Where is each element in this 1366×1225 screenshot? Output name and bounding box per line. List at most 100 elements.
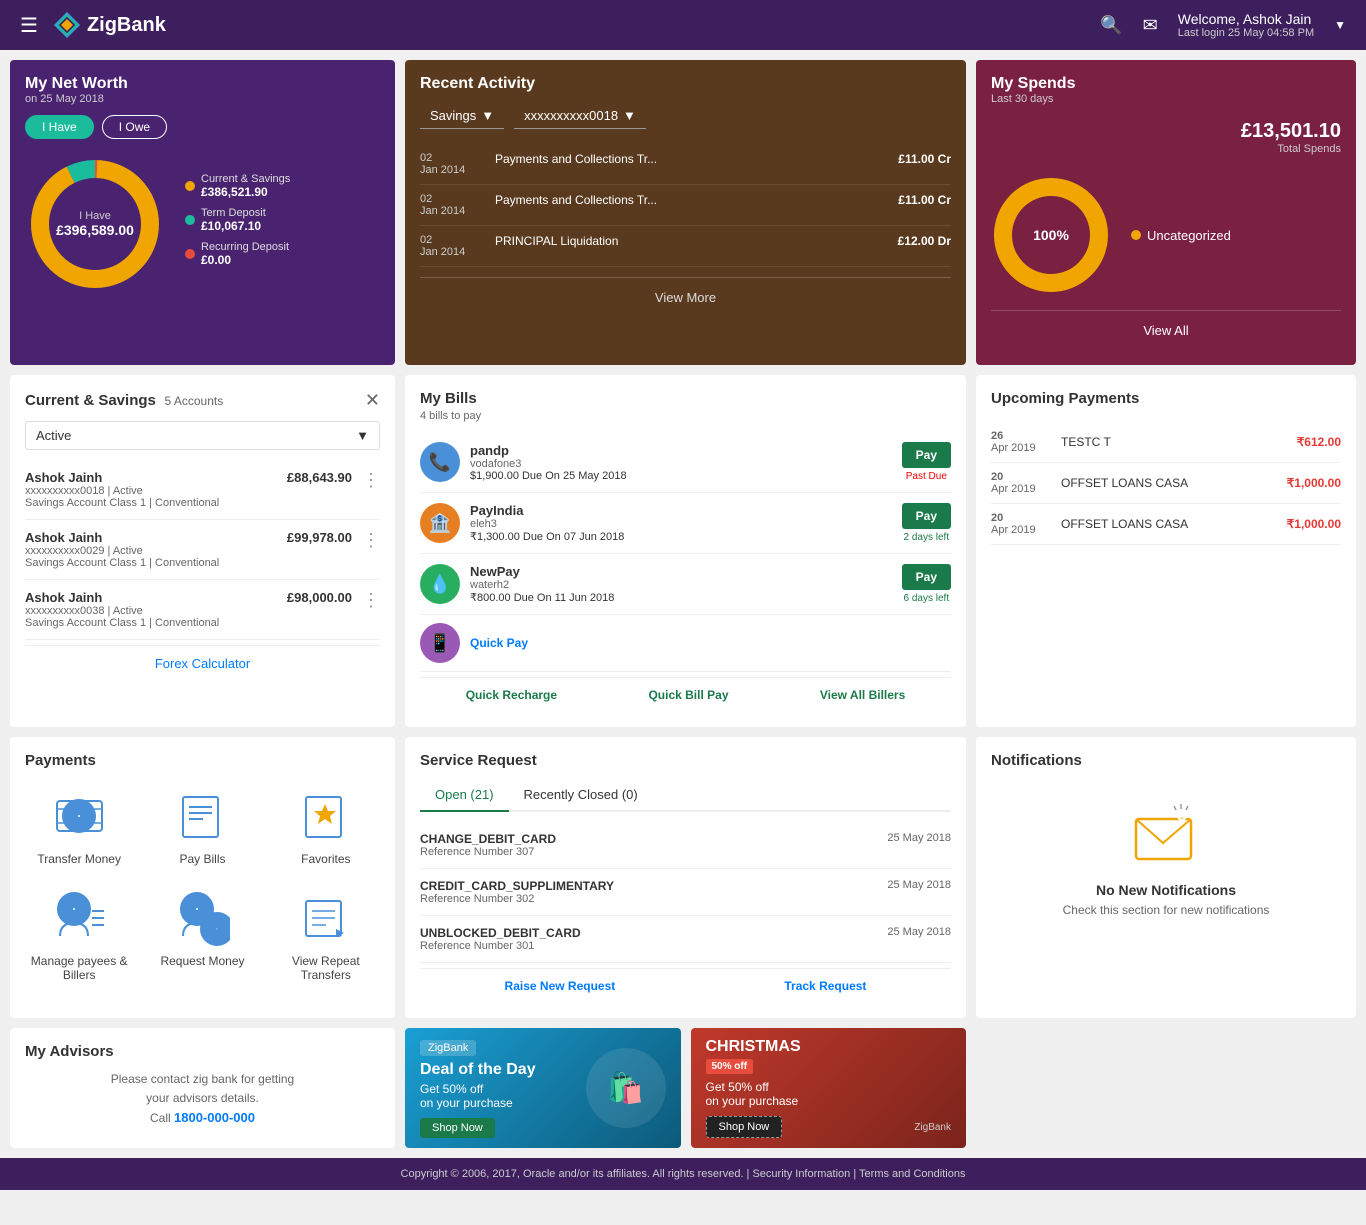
- no-notifications-subtext: Check this section for new notifications: [1011, 903, 1321, 917]
- banner-christmas-badge: 50% off: [706, 1059, 754, 1074]
- service-tab-closed[interactable]: Recently Closed (0): [509, 779, 653, 810]
- bill-pay-btn-2[interactable]: Pay: [902, 503, 951, 529]
- view-more-btn[interactable]: View More: [420, 277, 951, 317]
- bill-pay-btn-3[interactable]: Pay: [902, 564, 951, 590]
- cs-dropdown-icon: ▼: [356, 428, 369, 443]
- advisors-title: My Advisors: [25, 1043, 380, 1060]
- banner-zigbank-title: Deal of the Day: [420, 1061, 586, 1079]
- banner-zigbank-tag: ZigBank: [420, 1040, 476, 1056]
- notifications-card: Notifications No New Notifications Check…: [976, 737, 1356, 1018]
- svg-text:$: $: [214, 924, 220, 936]
- legend-value-savings: £386,521.90: [201, 185, 290, 199]
- view-all-billers-btn[interactable]: View All Billers: [820, 688, 905, 702]
- search-icon[interactable]: 🔍: [1100, 15, 1122, 36]
- payments-section: Payments Transfer Money: [10, 737, 395, 1018]
- current-savings-card: Current & Savings 5 Accounts ✕ Active ▼ …: [10, 375, 395, 727]
- zigbank-banner: ZigBank Deal of the Day Get 50% offon yo…: [405, 1028, 681, 1148]
- upcoming-title: Upcoming Payments: [991, 390, 1341, 407]
- menu-icon[interactable]: ☰: [20, 13, 38, 38]
- banner-zigbank-btn[interactable]: Shop Now: [420, 1118, 495, 1138]
- bills-footer: Quick Recharge Quick Bill Pay View All B…: [420, 677, 951, 712]
- pay-bills-item[interactable]: $ Pay Bills: [148, 789, 256, 866]
- cs-filter-dropdown[interactable]: Active ▼: [25, 421, 380, 450]
- service-item-3: UNBLOCKED_DEBIT_CARD Reference Number 30…: [420, 916, 951, 963]
- donut-chart: I Have £396,589.00: [25, 154, 165, 294]
- spends-chart-area: 100% Uncategorized: [991, 165, 1341, 305]
- user-dropdown-icon[interactable]: ▼: [1334, 18, 1346, 32]
- upcoming-payments-card: Upcoming Payments 26Apr 2019 TESTC T ₹61…: [976, 375, 1356, 727]
- payments-title: Payments: [25, 752, 380, 769]
- cs-account-1-menu[interactable]: ⋮: [362, 470, 380, 491]
- christmas-banner: CHRISTMAS 50% off Get 50% offon your pur…: [691, 1028, 967, 1148]
- advisors-card: My Advisors Please contact zig bank for …: [10, 1028, 395, 1148]
- cs-account-2-menu[interactable]: ⋮: [362, 530, 380, 551]
- net-worth-card: My Net Worth on 25 May 2018 I Have I Owe…: [10, 60, 395, 365]
- banner-christmas-btn[interactable]: Shop Now: [706, 1116, 783, 1138]
- manage-payees-item[interactable]: Manage payees & Billers: [25, 891, 133, 982]
- banner-christmas-desc: Get 50% offon your purchase: [706, 1080, 915, 1108]
- pay-bills-label: Pay Bills: [179, 852, 225, 866]
- advisors-phone[interactable]: 1800-000-000: [174, 1110, 255, 1125]
- cs-account-3-menu[interactable]: ⋮: [362, 590, 380, 611]
- cs-title: Current & Savings: [25, 392, 156, 409]
- nw-date: on 25 May 2018: [25, 93, 380, 105]
- transfer-money-item[interactable]: Transfer Money: [25, 789, 133, 866]
- forex-calculator-btn[interactable]: Forex Calculator: [25, 645, 380, 681]
- favorites-item[interactable]: Favorites: [272, 789, 380, 866]
- spends-legend: Uncategorized: [1131, 228, 1231, 243]
- header: ☰ ZigBank 🔍 ✉ Welcome, Ashok Jain Last l…: [0, 0, 1366, 50]
- view-repeat-transfers-item[interactable]: View Repeat Transfers: [272, 891, 380, 982]
- ra-filter-account[interactable]: xxxxxxxxxx0018 ▼: [514, 103, 646, 129]
- bill-status-2: 2 days left: [902, 532, 951, 543]
- last-login: Last login 25 May 04:58 PM: [1178, 27, 1314, 39]
- upcoming-item-2: 20Apr 2019 OFFSET LOANS CASA ₹1,000.00: [991, 463, 1341, 504]
- banner-christmas-logo: ZigBank: [914, 1122, 951, 1133]
- track-request-btn[interactable]: Track Request: [784, 979, 866, 993]
- spends-subtitle: Last 30 days: [991, 93, 1341, 105]
- bills-title: My Bills: [420, 390, 951, 407]
- bill-pay-btn-1[interactable]: Pay: [902, 442, 951, 468]
- spends-total-label: Total Spends: [991, 143, 1341, 155]
- view-repeat-transfers-label: View Repeat Transfers: [272, 954, 380, 982]
- footer-text: Copyright © 2006, 2017, Oracle and/or it…: [401, 1168, 966, 1180]
- logo: ZigBank: [53, 11, 166, 39]
- call-label: Call: [150, 1111, 174, 1125]
- bill-status-3: 6 days left: [902, 593, 951, 604]
- banner-christmas-title: CHRISTMAS: [706, 1038, 915, 1056]
- legend-dot-savings: [185, 181, 195, 191]
- iowe-tab[interactable]: I Owe: [102, 115, 167, 139]
- spends-percent: 100%: [1033, 227, 1069, 243]
- bill-status-1: Past Due: [902, 471, 951, 482]
- upcoming-item-3: 20Apr 2019 OFFSET LOANS CASA ₹1,000.00: [991, 504, 1341, 545]
- user-info[interactable]: Welcome, Ashok Jain Last login 25 May 04…: [1178, 11, 1314, 39]
- transfer-money-icon: [52, 789, 107, 844]
- spends-legend-dot: [1131, 230, 1141, 240]
- ra-filter-savings[interactable]: Savings ▼: [420, 103, 504, 129]
- recent-activity-card: Recent Activity Savings ▼ xxxxxxxxxx0018…: [405, 60, 966, 365]
- cs-account-1: Ashok Jainh xxxxxxxxxx0018 | Active Savi…: [25, 460, 380, 520]
- request-money-item[interactable]: $ Request Money: [148, 891, 256, 982]
- raise-new-request-btn[interactable]: Raise New Request: [505, 979, 616, 993]
- no-notifications-text: No New Notifications: [1011, 882, 1321, 898]
- request-money-label: Request Money: [160, 954, 244, 968]
- nw-title: My Net Worth: [25, 75, 380, 93]
- ra-row-1: 02Jan 2014 Payments and Collections Tr..…: [420, 144, 951, 185]
- quick-recharge-btn[interactable]: Quick Recharge: [466, 688, 557, 702]
- service-request-card: Service Request Open (21) Recently Close…: [405, 737, 966, 1018]
- no-notifications-area: No New Notifications Check this section …: [991, 779, 1341, 937]
- cs-close-btn[interactable]: ✕: [365, 390, 380, 411]
- service-tab-open[interactable]: Open (21): [420, 779, 509, 812]
- service-footer: Raise New Request Track Request: [420, 968, 951, 1003]
- view-repeat-transfers-icon: [298, 891, 353, 946]
- ihave-tab[interactable]: I Have: [25, 115, 94, 139]
- advisors-text: Please contact zig bank for gettingyour …: [25, 1070, 380, 1129]
- favorites-label: Favorites: [301, 852, 350, 866]
- spends-view-all-btn[interactable]: View All: [991, 310, 1341, 350]
- quick-bill-pay-btn[interactable]: Quick Bill Pay: [648, 688, 728, 702]
- banner-zigbank-desc: Get 50% offon your purchase: [420, 1082, 586, 1110]
- quick-pay-icon: 📱: [420, 623, 460, 663]
- ra-row-2: 02Jan 2014 Payments and Collections Tr..…: [420, 185, 951, 226]
- mail-icon[interactable]: ✉: [1143, 15, 1158, 36]
- service-item-2: CREDIT_CARD_SUPPLIMENTARY Reference Numb…: [420, 869, 951, 916]
- cs-filter-value: Active: [36, 428, 71, 443]
